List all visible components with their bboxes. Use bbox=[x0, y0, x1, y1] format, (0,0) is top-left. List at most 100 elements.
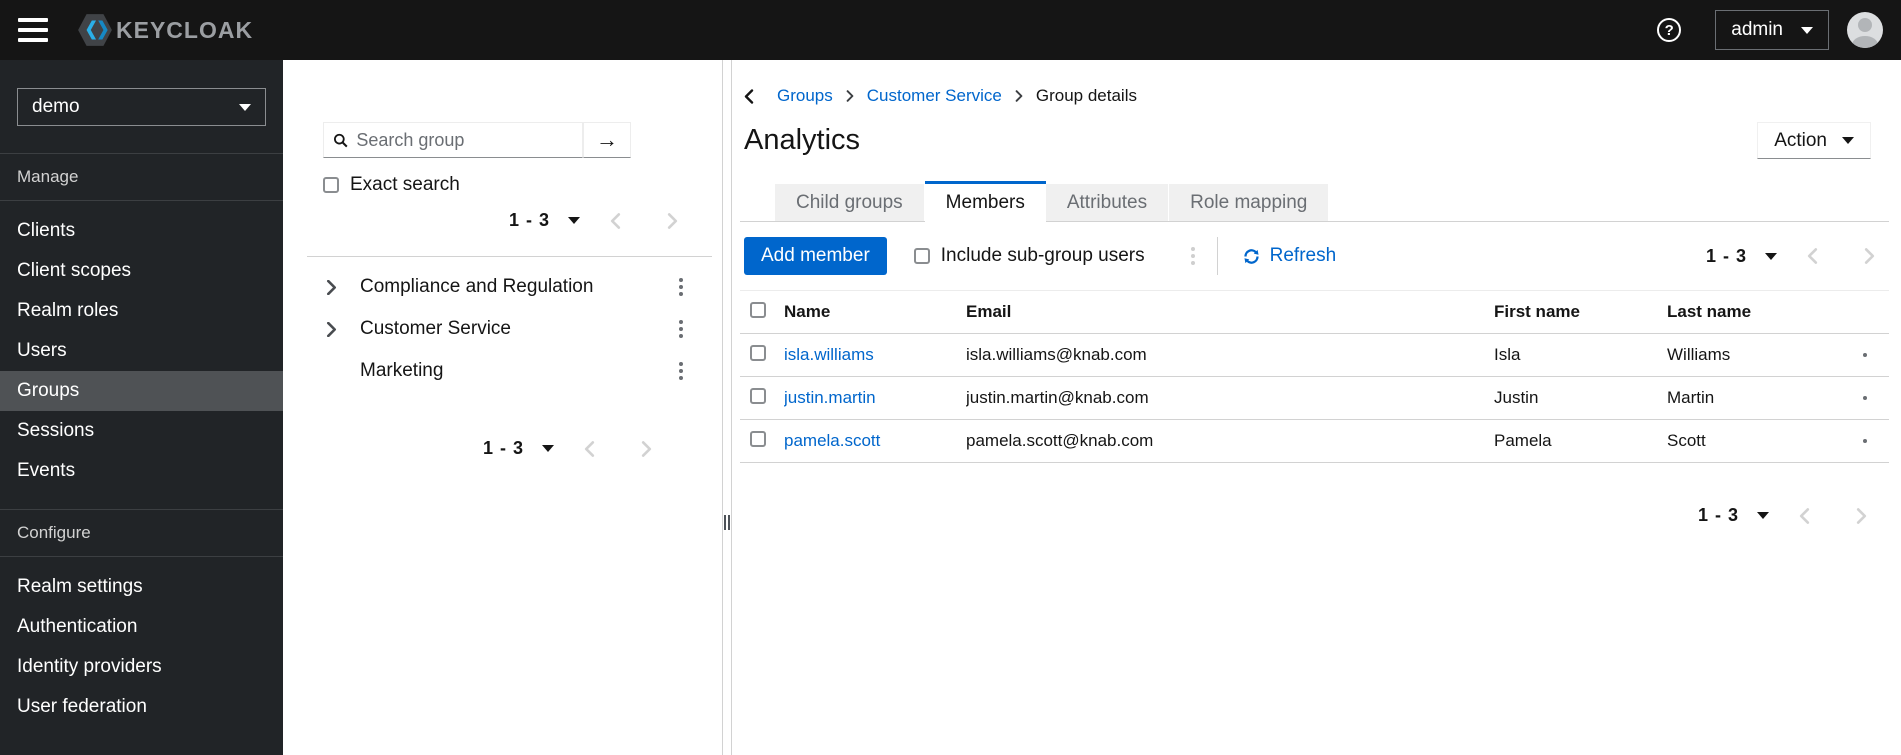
pagination-menu-toggle[interactable]: 1 - 3 bbox=[1706, 246, 1777, 267]
masthead: KEYCLOAK ? admin bbox=[0, 0, 1901, 60]
sidebar-nav-item[interactable]: Client scopes bbox=[0, 251, 283, 291]
chevron-right-icon[interactable] bbox=[326, 321, 340, 337]
table-body: isla.williams isla.williams@knab.com Isl… bbox=[740, 334, 1889, 463]
pagination-next-button[interactable] bbox=[1864, 248, 1875, 264]
avatar[interactable] bbox=[1847, 12, 1883, 48]
member-name-link[interactable]: pamela.scott bbox=[784, 431, 880, 450]
group-name[interactable]: Customer Service bbox=[360, 318, 511, 340]
group-search-box bbox=[323, 122, 583, 158]
member-first-name: Justin bbox=[1494, 388, 1539, 407]
member-email: justin.martin@knab.com bbox=[966, 388, 1149, 407]
pagination-range: 1 - 3 bbox=[482, 438, 524, 458]
chevron-left-icon bbox=[584, 440, 595, 457]
row-kebab-menu[interactable] bbox=[1863, 353, 1867, 357]
sidebar-nav-item[interactable]: Realm settings bbox=[0, 567, 283, 607]
chevron-right-icon bbox=[1015, 90, 1023, 102]
group-name[interactable]: Compliance and Regulation bbox=[360, 276, 593, 298]
tab[interactable]: Attributes bbox=[1045, 184, 1170, 222]
chevron-right-icon[interactable] bbox=[326, 279, 340, 295]
sidebar-nav-item[interactable]: Authentication bbox=[0, 607, 283, 647]
user-dropdown-label: admin bbox=[1731, 19, 1783, 40]
breadcrumb-link[interactable]: Customer Service bbox=[867, 86, 1002, 106]
sidebar-nav-item[interactable]: Groups bbox=[0, 371, 283, 411]
chevron-left-icon bbox=[1807, 248, 1818, 264]
sidebar-nav-item[interactable]: Identity providers bbox=[0, 647, 283, 687]
caret-down-icon bbox=[568, 217, 580, 224]
column-header-name: Name bbox=[784, 302, 831, 321]
select-all-checkbox[interactable] bbox=[750, 301, 766, 318]
help-icon[interactable]: ? bbox=[1657, 18, 1682, 42]
member-first-name: Pamela bbox=[1494, 431, 1552, 450]
chevron-right-icon bbox=[846, 90, 854, 102]
breadcrumb: Groups Customer Service Group details bbox=[740, 86, 1889, 106]
action-dropdown-button[interactable]: Action bbox=[1757, 122, 1871, 159]
member-first-name: Isla bbox=[1494, 345, 1521, 364]
chevron-left-icon bbox=[610, 212, 621, 229]
pagination-range: 1 - 3 bbox=[508, 210, 550, 230]
row-kebab-menu[interactable] bbox=[1863, 439, 1867, 443]
toolbar-kebab-menu[interactable] bbox=[1190, 254, 1195, 258]
realm-selector[interactable]: demo bbox=[17, 88, 266, 126]
drag-grip-icon[interactable] bbox=[724, 515, 730, 530]
group-kebab-menu[interactable] bbox=[679, 369, 683, 373]
user-dropdown[interactable]: admin bbox=[1715, 10, 1829, 50]
chevron-right-icon bbox=[641, 440, 652, 457]
sidebar-nav-item[interactable]: Events bbox=[0, 451, 283, 491]
member-name-link[interactable]: justin.martin bbox=[784, 388, 876, 407]
pagination-next-button[interactable] bbox=[667, 212, 678, 229]
tab[interactable]: Role mapping bbox=[1169, 184, 1330, 222]
include-subgroups-checkbox[interactable] bbox=[913, 248, 930, 264]
pagination-menu-toggle[interactable]: 1 - 3 bbox=[509, 210, 580, 231]
pagination-prev-button[interactable] bbox=[610, 212, 621, 229]
caret-down-icon bbox=[1842, 137, 1854, 144]
tab[interactable]: Members bbox=[924, 181, 1046, 222]
sidebar-nav-manage: Clients Client scopes Realm roles Users … bbox=[0, 201, 283, 491]
column-header-first-name: First name bbox=[1494, 302, 1580, 321]
divider bbox=[1216, 237, 1218, 275]
row-checkbox[interactable] bbox=[750, 344, 766, 361]
breadcrumb-link[interactable]: Groups bbox=[777, 86, 833, 106]
pagination-next-button[interactable] bbox=[1856, 507, 1867, 524]
keycloak-logo[interactable]: KEYCLOAK bbox=[76, 11, 253, 49]
sidebar-nav-item[interactable]: Clients bbox=[0, 211, 283, 251]
group-kebab-menu[interactable] bbox=[679, 285, 683, 289]
pagination-prev-button[interactable] bbox=[1799, 507, 1810, 524]
members-toolbar: Add member Include sub-group users Refre… bbox=[740, 237, 1889, 275]
sidebar-nav-item[interactable]: User federation bbox=[0, 687, 283, 727]
sidebar-nav-item[interactable]: Sessions bbox=[0, 411, 283, 451]
sidebar-nav-configure: Realm settings Authentication Identity p… bbox=[0, 557, 283, 727]
pagination-next-button[interactable] bbox=[641, 440, 652, 457]
group-kebab-menu[interactable] bbox=[679, 327, 683, 331]
group-tree-row: Customer Service bbox=[283, 308, 722, 350]
group-tree-row: Marketing bbox=[283, 350, 722, 392]
group-name[interactable]: Marketing bbox=[360, 360, 443, 382]
pagination-menu-toggle[interactable]: 1 - 3 bbox=[1698, 505, 1769, 526]
row-kebab-menu[interactable] bbox=[1863, 396, 1867, 400]
pagination-prev-button[interactable] bbox=[1807, 248, 1818, 264]
pagination-menu-toggle[interactable]: 1 - 3 bbox=[483, 438, 554, 459]
row-checkbox[interactable] bbox=[750, 430, 766, 447]
groups-pagination-bottom: 1 - 3 bbox=[483, 438, 652, 459]
panel-resize-splitter[interactable] bbox=[723, 60, 732, 755]
keycloak-logo-icon bbox=[76, 11, 114, 49]
hamburger-icon[interactable] bbox=[18, 18, 48, 42]
sidebar-nav-item[interactable]: Users bbox=[0, 331, 283, 371]
breadcrumb-current: Group details bbox=[1035, 86, 1137, 105]
table-row: justin.martin justin.martin@knab.com Jus… bbox=[740, 377, 1889, 420]
breadcrumb-back-button[interactable] bbox=[744, 88, 754, 104]
group-search-submit-button[interactable]: → bbox=[583, 122, 631, 158]
sidebar-nav-item[interactable]: Realm roles bbox=[0, 291, 283, 331]
chevron-left-icon bbox=[744, 88, 754, 104]
row-checkbox[interactable] bbox=[750, 387, 766, 404]
table-header-row: Name Email First name Last name bbox=[740, 291, 1889, 334]
group-search-input[interactable] bbox=[356, 129, 573, 151]
main-content: Groups Customer Service Group details Anal… bbox=[732, 60, 1901, 755]
add-member-button[interactable]: Add member bbox=[744, 237, 887, 275]
refresh-button[interactable]: Refresh bbox=[1242, 245, 1336, 267]
tab[interactable]: Child groups bbox=[775, 184, 925, 222]
members-table: Name Email First name Last name isla.wil… bbox=[740, 290, 1889, 463]
pagination-prev-button[interactable] bbox=[584, 440, 595, 457]
exact-search-label: Exact search bbox=[350, 174, 460, 195]
exact-search-checkbox[interactable] bbox=[323, 177, 339, 193]
member-name-link[interactable]: isla.williams bbox=[784, 345, 874, 364]
